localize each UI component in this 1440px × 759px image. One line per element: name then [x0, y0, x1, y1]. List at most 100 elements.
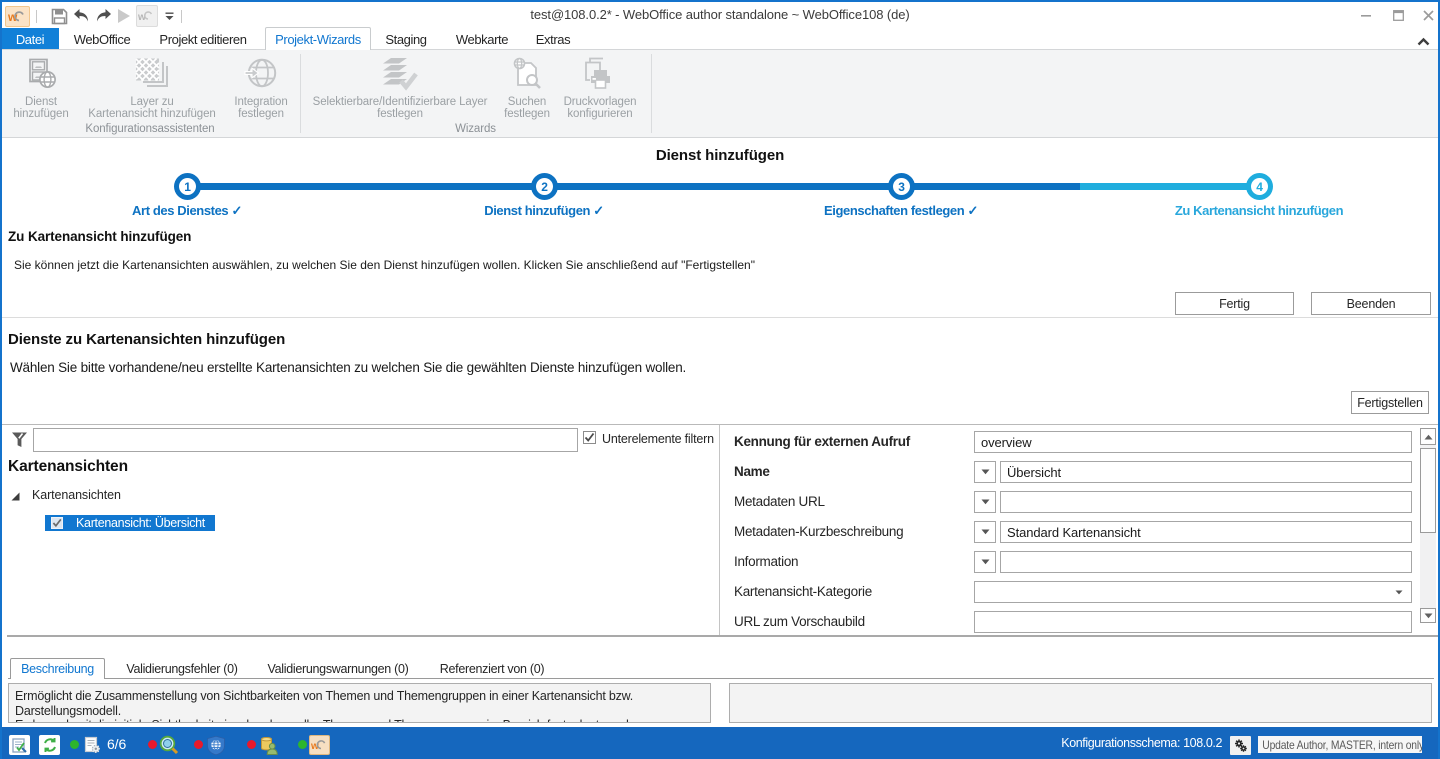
- ribbon-button-layer-zu-kartenansicht[interactable]: Layer zu Kartenansicht hinzufügen: [81, 54, 223, 134]
- dropdown-button[interactable]: [974, 461, 996, 483]
- play-icon[interactable]: [114, 5, 134, 27]
- status-dot-red: [194, 740, 203, 749]
- tree-root-label[interactable]: Kartenansichten: [32, 488, 121, 502]
- tab-validierungswarnungen[interactable]: Validierungswarnungen (0): [264, 658, 412, 679]
- description-line: Darstellungsmodell.: [15, 704, 704, 719]
- window-border-left: [0, 0, 2, 759]
- step-1-circle: 1: [174, 173, 201, 200]
- tree-expander-icon[interactable]: [10, 489, 21, 507]
- search-service-icon[interactable]: [158, 735, 179, 755]
- form-input[interactable]: [1000, 491, 1412, 513]
- scrollbar-down-icon[interactable]: [1420, 608, 1436, 623]
- maximize-button[interactable]: [1384, 6, 1412, 24]
- combo-arrow-icon: [1395, 590, 1403, 595]
- tab-extras[interactable]: Extras: [528, 28, 578, 50]
- stepper-line-current: [1080, 183, 1260, 190]
- tab-beschreibung[interactable]: Beschreibung: [10, 658, 105, 679]
- qat-separator: [181, 10, 182, 23]
- dropdown-button[interactable]: [974, 551, 996, 573]
- tab-projekt-wizards[interactable]: Projekt-Wizards: [265, 28, 371, 50]
- stepper-line-done: [187, 183, 1080, 190]
- window-title: test@108.0.2* - WebOffice author standal…: [420, 7, 1020, 22]
- titlebar: w w test@108.0.2* - WebO: [0, 2, 1440, 28]
- form-input[interactable]: [1000, 551, 1412, 573]
- sync-icon[interactable]: [39, 735, 60, 755]
- form-select[interactable]: [974, 581, 1412, 603]
- panel-divider: [719, 425, 720, 635]
- form-input[interactable]: overview: [974, 431, 1412, 453]
- print-templates-icon: [582, 57, 618, 96]
- wizard-title: Dienst hinzufügen: [2, 147, 1438, 164]
- wo-disabled-icon[interactable]: w: [136, 5, 158, 27]
- tab-projekt-editieren[interactable]: Projekt editieren: [148, 28, 258, 50]
- details-box: [729, 683, 1432, 723]
- step-3-label: Eigenschaften festlegen ✓: [751, 203, 1051, 219]
- form-label: Kennung für externen Aufruf: [734, 434, 910, 449]
- close-button[interactable]: [1414, 6, 1440, 24]
- tab-weboffice[interactable]: WebOffice: [68, 28, 136, 50]
- save-icon[interactable]: [49, 5, 69, 27]
- redo-icon[interactable]: [93, 5, 114, 27]
- ribbon-button-suchen-festlegen[interactable]: Suchen festlegen: [496, 54, 558, 134]
- form-label: Metadaten URL: [734, 494, 825, 509]
- filter-icon: [11, 431, 28, 453]
- mid-text: Wählen Sie bitte vorhandene/neu erstellt…: [10, 360, 686, 375]
- window-border-top: [0, 0, 1440, 2]
- filter-checkbox-label[interactable]: Unterelemente filtern: [602, 432, 714, 446]
- form-input[interactable]: Standard Kartenansicht: [1000, 521, 1412, 543]
- user-db-icon[interactable]: [258, 735, 279, 755]
- filter-checkbox[interactable]: [583, 431, 596, 444]
- ribbon-button-selektierbare-layer[interactable]: Selektierbare/Identifizierbare Layer fes…: [308, 54, 492, 134]
- fertigstellen-button[interactable]: Fertigstellen: [1351, 391, 1429, 414]
- scrollbar-thumb[interactable]: [1420, 448, 1436, 533]
- tree-row-selected[interactable]: Kartenansicht: Übersicht: [45, 515, 215, 531]
- tab-datei[interactable]: Datei: [1, 28, 59, 50]
- ribbon-button-dienst-hinzufuegen[interactable]: Dienst hinzufügen: [8, 54, 74, 134]
- tab-referenziert-von[interactable]: Referenziert von (0): [430, 658, 554, 679]
- schema-label: Konfigurationsschema: 108.0.2: [1022, 736, 1222, 750]
- statusbar: 6/6 w Konfigurationsschema: 108.: [0, 727, 1440, 759]
- app-logo-icon[interactable]: w: [5, 6, 30, 27]
- description-line: Ermöglicht die Zusammenstellung von Sich…: [15, 689, 704, 704]
- minimize-button[interactable]: [1352, 6, 1380, 24]
- ribbon: Dienst hinzufügen Layer zu Kartenansicht…: [0, 50, 1440, 138]
- scrollbar-up-icon[interactable]: [1420, 428, 1436, 445]
- wizard-panel: Dienst hinzufügen 1 2 3 4 Art des Dienst…: [2, 139, 1438, 317]
- collapse-ribbon-icon[interactable]: [1417, 33, 1435, 47]
- wizard-section-text: Sie können jetzt die Kartenansichten aus…: [14, 258, 755, 272]
- filter-input[interactable]: [33, 428, 578, 452]
- form-label: Kartenansicht-Kategorie: [734, 584, 872, 599]
- description-line: Es kann damit die initiale Sichtbarkeit …: [15, 718, 704, 723]
- tab-validierungsfehler[interactable]: Validierungsfehler (0): [120, 658, 244, 679]
- bottom-panel: Beschreibung Validierungsfehler (0) Vali…: [2, 637, 1438, 727]
- beenden-button[interactable]: Beenden: [1311, 292, 1431, 315]
- project-icon[interactable]: [81, 735, 102, 755]
- bottom-tabs-border: [8, 678, 1434, 679]
- notes-icon[interactable]: [9, 735, 30, 755]
- service-add-icon: [24, 57, 58, 96]
- ribbon-button-label: Integration festlegen: [226, 96, 296, 120]
- dropdown-button[interactable]: [974, 521, 996, 543]
- status-dot-green: [298, 740, 307, 749]
- tree-row-checkbox[interactable]: [51, 517, 63, 529]
- ribbon-button-label: Dienst hinzufügen: [8, 96, 74, 120]
- dropdown-button[interactable]: [974, 491, 996, 513]
- undo-icon[interactable]: [71, 5, 92, 27]
- ribbon-button-druckvorlagen[interactable]: Druckvorlagen konfigurieren: [560, 54, 640, 134]
- weboffice-icon[interactable]: w: [309, 735, 330, 755]
- mid-heading: Dienste zu Kartenansichten hinzufügen: [8, 331, 285, 348]
- status-dot-red: [247, 740, 256, 749]
- update-badge[interactable]: Update Author, MASTER, intern only: [1258, 736, 1422, 753]
- more-commands-icon[interactable]: [161, 5, 177, 27]
- settings-gears-icon[interactable]: [1230, 736, 1251, 755]
- form-input[interactable]: [974, 611, 1412, 633]
- tab-webkarte[interactable]: Webkarte: [450, 28, 514, 50]
- form-label: Metadaten-Kurzbeschreibung: [734, 524, 903, 539]
- status-dot-green: [70, 740, 79, 749]
- ribbon-button-integration-festlegen[interactable]: Integration festlegen: [226, 54, 296, 134]
- tab-staging[interactable]: Staging: [375, 28, 437, 50]
- ribbon-group-separator: [651, 54, 652, 133]
- form-input[interactable]: Übersicht: [1000, 461, 1412, 483]
- fertig-button[interactable]: Fertig: [1175, 292, 1294, 315]
- globe-shield-icon[interactable]: [205, 735, 226, 755]
